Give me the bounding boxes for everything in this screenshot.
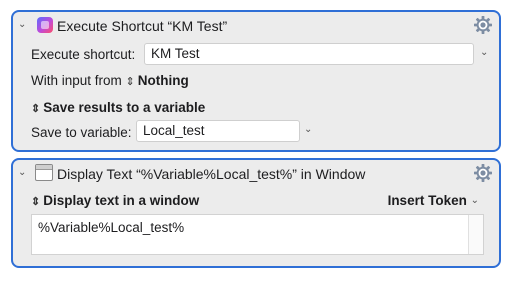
shortcuts-app-icon: [37, 17, 53, 33]
insert-token-label: Insert Token: [387, 193, 467, 208]
updown-chevron-icon: ⇕: [31, 103, 41, 115]
macro-editor: ⌄ Execute Shortcut “KM Test” Execute sho…: [0, 0, 514, 281]
insert-token-button[interactable]: Insert Token ⌄: [388, 193, 479, 208]
display-text-value: %Variable%Local_test%: [38, 220, 185, 235]
execute-shortcut-label: Execute shortcut:: [31, 47, 136, 62]
action-title: Execute Shortcut “KM Test”: [57, 18, 228, 34]
chevron-down-icon[interactable]: ⌄: [18, 20, 26, 30]
updown-chevron-icon: ⇕: [125, 76, 135, 88]
updown-chevron-icon: ⇕: [31, 196, 41, 208]
input-source-row[interactable]: With input from ⇕ Nothing: [31, 73, 189, 88]
shortcut-name-field[interactable]: KM Test: [144, 43, 474, 65]
display-mode-selector[interactable]: ⇕ Display text in a window: [31, 193, 199, 208]
action-title: Display Text “%Variable%Local_test%” in …: [57, 166, 366, 182]
chevron-down-icon[interactable]: ⌄: [304, 125, 312, 135]
save-results-toggle[interactable]: ⇕ Save results to a variable: [31, 100, 205, 115]
save-results-label: Save results to a variable: [43, 100, 206, 115]
gear-icon[interactable]: [473, 15, 493, 35]
action-header: ⌄ Execute Shortcut “KM Test”: [13, 12, 499, 42]
gear-icon[interactable]: [473, 163, 493, 183]
display-mode-label: Display text in a window: [43, 193, 200, 208]
save-to-variable-label: Save to variable:: [31, 125, 132, 140]
execute-shortcut-action[interactable]: ⌄ Execute Shortcut “KM Test” Execute sho…: [11, 10, 501, 152]
text-scrollbar[interactable]: [468, 215, 483, 254]
chevron-down-icon: ⌄: [470, 195, 479, 206]
input-source-label: With input from: [31, 73, 122, 88]
variable-name-field[interactable]: Local_test: [136, 120, 300, 142]
display-text-action[interactable]: ⌄ Display Text “%Variable%Local_test%” i…: [11, 158, 501, 268]
chevron-down-icon[interactable]: ⌄: [480, 48, 488, 58]
action-header: ⌄ Display Text “%Variable%Local_test%” i…: [13, 160, 499, 190]
window-icon: [35, 164, 53, 181]
input-source-value: Nothing: [137, 73, 189, 88]
chevron-down-icon[interactable]: ⌄: [18, 168, 26, 178]
display-text-area[interactable]: %Variable%Local_test%: [31, 214, 484, 255]
